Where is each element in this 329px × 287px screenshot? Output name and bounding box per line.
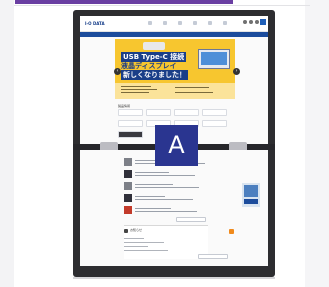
more-button — [198, 254, 228, 259]
product-tile — [118, 109, 143, 116]
product-tile — [202, 120, 227, 127]
side-banner — [242, 183, 260, 207]
circle-icon — [249, 20, 253, 24]
monitor-illustration — [198, 49, 230, 69]
product-tile — [118, 120, 143, 127]
product-tile — [118, 131, 143, 138]
nav-icon — [193, 21, 197, 25]
product-tile — [202, 109, 227, 116]
list-item — [124, 182, 224, 190]
section-label: 製品情報 — [118, 104, 131, 108]
list-item — [124, 206, 224, 214]
label-marker-a: A — [155, 125, 198, 166]
product-tile — [174, 109, 199, 116]
product-tile — [146, 109, 171, 116]
nav-icon — [163, 21, 167, 25]
notice-bar — [80, 32, 268, 37]
circle-icon — [243, 20, 247, 24]
thumbnail — [124, 170, 132, 178]
promo-banner: USB Type-C 接続 液晶ディスプレイ 新しくなりました！ — [115, 39, 235, 99]
nav-icon — [178, 21, 182, 25]
site-logo: I-O DATA — [85, 21, 105, 26]
chevron-left-icon: ‹ — [114, 68, 121, 75]
circle-icon — [255, 20, 259, 24]
bottom-screen: お知らせ — [80, 150, 268, 266]
more-button — [176, 217, 206, 222]
nav-icon — [223, 21, 227, 25]
alert-icon — [229, 229, 234, 234]
left-margin — [0, 0, 14, 287]
site-header: I-O DATA — [80, 16, 268, 32]
chevron-right-icon: › — [233, 68, 240, 75]
info-title: お知らせ — [130, 228, 142, 232]
site-nav — [148, 21, 227, 25]
thumbnail — [124, 158, 132, 166]
thumbnail — [124, 206, 132, 214]
nav-icon — [208, 21, 212, 25]
device-base — [73, 277, 275, 279]
right-margin — [305, 0, 329, 287]
thumbnail — [124, 194, 132, 202]
banner-line-3: 新しくなりました！ — [121, 70, 188, 80]
nav-icon — [148, 21, 152, 25]
list-item — [124, 170, 224, 178]
divider-line — [14, 5, 310, 6]
info-icon — [124, 229, 128, 233]
banner-footer — [115, 83, 235, 99]
banner-badge — [143, 42, 165, 50]
thumbnail — [124, 182, 132, 190]
search-icon — [260, 19, 266, 25]
accent-bar — [15, 0, 233, 4]
info-panel: お知らせ — [124, 225, 208, 259]
list-item — [124, 194, 224, 202]
